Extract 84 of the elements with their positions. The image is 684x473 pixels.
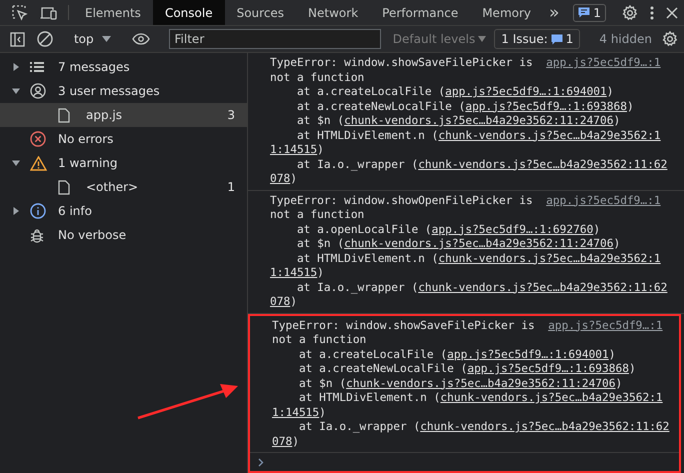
panel-tab[interactable]: Network — [296, 0, 370, 25]
info-icon — [30, 203, 46, 219]
messages-badge[interactable]: 1 — [573, 4, 606, 22]
stack-link[interactable]: 1:14515 — [272, 406, 320, 418]
stack-frame: at $n (chunk-vendors.js?5ec…b4a29e3562:11:24706) — [270, 237, 676, 252]
source-link[interactable]: app.js?5ec5df9…:1 — [548, 318, 663, 348]
item-label: app.js — [86, 108, 123, 122]
sidebar-item[interactable]: <other> 1 — [0, 175, 247, 199]
stack-link[interactable]: chunk-vendors.js?5ec…b4a29e3562:11:62 — [420, 420, 670, 433]
expanded-arrow-icon[interactable] — [12, 159, 20, 167]
caret-icon — [102, 36, 111, 42]
sidebar-item[interactable]: No errors — [0, 127, 247, 151]
panel-tab[interactable]: Elements — [73, 0, 153, 25]
sidebar-item[interactable]: 3 user messages — [0, 79, 247, 103]
more-tabs-button[interactable]: » — [543, 0, 566, 25]
stack-link[interactable]: app.js?5ec5df9…:1:692760 — [432, 222, 594, 236]
item-label: 6 info — [58, 204, 93, 218]
stack-link[interactable]: chunk-vendors.js?5ec…b4a29e3562:11:24706 — [346, 376, 616, 390]
panel-tab[interactable]: Console — [152, 0, 225, 25]
prompt-chevron-icon — [258, 458, 264, 466]
source-link[interactable]: app.js?5ec5df9…:1 — [546, 194, 661, 222]
stack-link[interactable]: chunk-vendors.js?5ec…b4a29e3562:11:24706 — [344, 114, 614, 127]
list-icon — [30, 61, 44, 73]
stack-frame: at $n (chunk-vendors.js?5ec…b4a29e3562:11:24706) — [272, 376, 671, 391]
stack-link[interactable]: chunk-vendors.js?5ec…b4a29e3562:1 — [438, 252, 661, 264]
item-label: <other> — [86, 180, 140, 194]
stack-frame: at HTMLDivElement.n (chunk-vendors.js?5ec…b4a29e3562:1 1:14515) — [270, 252, 676, 280]
bug-icon — [30, 228, 44, 242]
message-icon — [578, 7, 590, 18]
error-icon — [30, 131, 46, 147]
stack-link[interactable]: 078 — [270, 295, 290, 308]
stack-link[interactable]: chunk-vendors.js?5ec…b4a29e3562:1 — [440, 391, 663, 404]
expanded-arrow-icon[interactable] — [12, 87, 20, 95]
stack-link[interactable]: 078 — [272, 434, 292, 448]
issues-button[interactable]: 1 Issue: 1 — [494, 29, 580, 49]
stack-link[interactable]: chunk-vendors.js?5ec…b4a29e3562:11:62 — [418, 280, 668, 294]
collapsed-arrow-icon[interactable] — [12, 63, 20, 71]
sidebar-item[interactable]: 1 warning — [0, 151, 247, 175]
stack-frame: at a.createLocalFile (app.js?5ec5df9…:1:694001) — [270, 85, 676, 100]
item-count: 3 — [227, 108, 236, 122]
file-icon — [58, 108, 70, 122]
stack-link[interactable]: chunk-vendors.js?5ec…b4a29e3562:11:62 — [418, 158, 668, 170]
item-label: No errors — [58, 132, 114, 146]
stack-link[interactable]: app.js?5ec5df9…:1:693868 — [465, 100, 627, 112]
stack-frame: at a.createLocalFile (app.js?5ec5df9…:1:694001) — [272, 348, 671, 362]
stack-link[interactable]: 078 — [270, 172, 290, 185]
stack-link[interactable]: 1:14515 — [270, 143, 318, 156]
stack-link[interactable]: chunk-vendors.js?5ec…b4a29e3562:1 — [438, 128, 661, 142]
item-count: 1 — [227, 180, 236, 194]
stack-frame: at HTMLDivElement.n (chunk-vendors.js?5ec…b4a29e3562:1 1:14515) — [272, 391, 671, 420]
item-label: 1 warning — [58, 156, 119, 170]
panel-tab[interactable]: Memory — [470, 0, 544, 25]
caret-icon — [478, 36, 486, 42]
user-icon — [30, 83, 46, 99]
stack-link[interactable]: app.js?5ec5df9…:1:693868 — [467, 362, 629, 375]
source-link[interactable]: app.js?5ec5df9…:1 — [546, 56, 661, 85]
panel-tab[interactable]: Sources — [224, 0, 296, 25]
stack-link[interactable]: app.js?5ec5df9…:1:694001 — [445, 85, 607, 98]
stack-frame: at a.createNewLocalFile (app.js?5ec5df9…:1:693868) — [272, 362, 671, 376]
sidebar-item[interactable]: app.js 3 — [0, 103, 247, 127]
sidebar-item[interactable]: 6 info — [0, 199, 247, 223]
item-label: 7 messages — [58, 60, 131, 74]
stack-frame: at a.openLocalFile (app.js?5ec5df9…:1:692760) — [270, 222, 676, 237]
stack-frame: at Ia.o._wrapper (chunk-vendors.js?5ec…b4a29e3562:11:62 078) — [270, 158, 676, 186]
hidden-count: 4 hidden — [598, 32, 653, 46]
message-icon — [550, 34, 563, 44]
stack-frame: at Ia.o._wrapper (chunk-vendors.js?5ec…b4a29e3562:11:62 078) — [270, 280, 676, 310]
stack-link[interactable]: 1:14515 — [270, 266, 318, 279]
warning-icon — [30, 156, 47, 170]
file-icon — [58, 180, 70, 194]
filter-field[interactable]: Filter — [168, 29, 381, 49]
context-dropdown[interactable]: top — [68, 32, 117, 46]
panel-tab[interactable]: Performance — [370, 0, 470, 25]
sidebar-item[interactable]: No verbose — [0, 223, 247, 247]
sidebar-item[interactable]: 7 messages — [0, 55, 247, 79]
stack-frame: at a.createNewLocalFile (app.js?5ec5df9…:1:693868) — [270, 100, 676, 114]
stack-frame: at Ia.o._wrapper (chunk-vendors.js?5ec…b4a29e3562:11:62 078) — [272, 420, 671, 449]
stack-link[interactable]: app.js?5ec5df9…:1:694001 — [447, 348, 609, 360]
stack-link[interactable]: chunk-vendors.js?5ec…b4a29e3562:11:24706 — [344, 237, 614, 250]
stack-frame: at HTMLDivElement.n (chunk-vendors.js?5ec…b4a29e3562:1 1:14515) — [270, 128, 676, 158]
stack-frame: at $n (chunk-vendors.js?5ec…b4a29e3562:11:24706) — [270, 114, 676, 128]
item-label: No verbose — [58, 228, 128, 242]
collapsed-arrow-icon[interactable] — [12, 207, 20, 215]
item-label: 3 user messages — [58, 84, 161, 98]
